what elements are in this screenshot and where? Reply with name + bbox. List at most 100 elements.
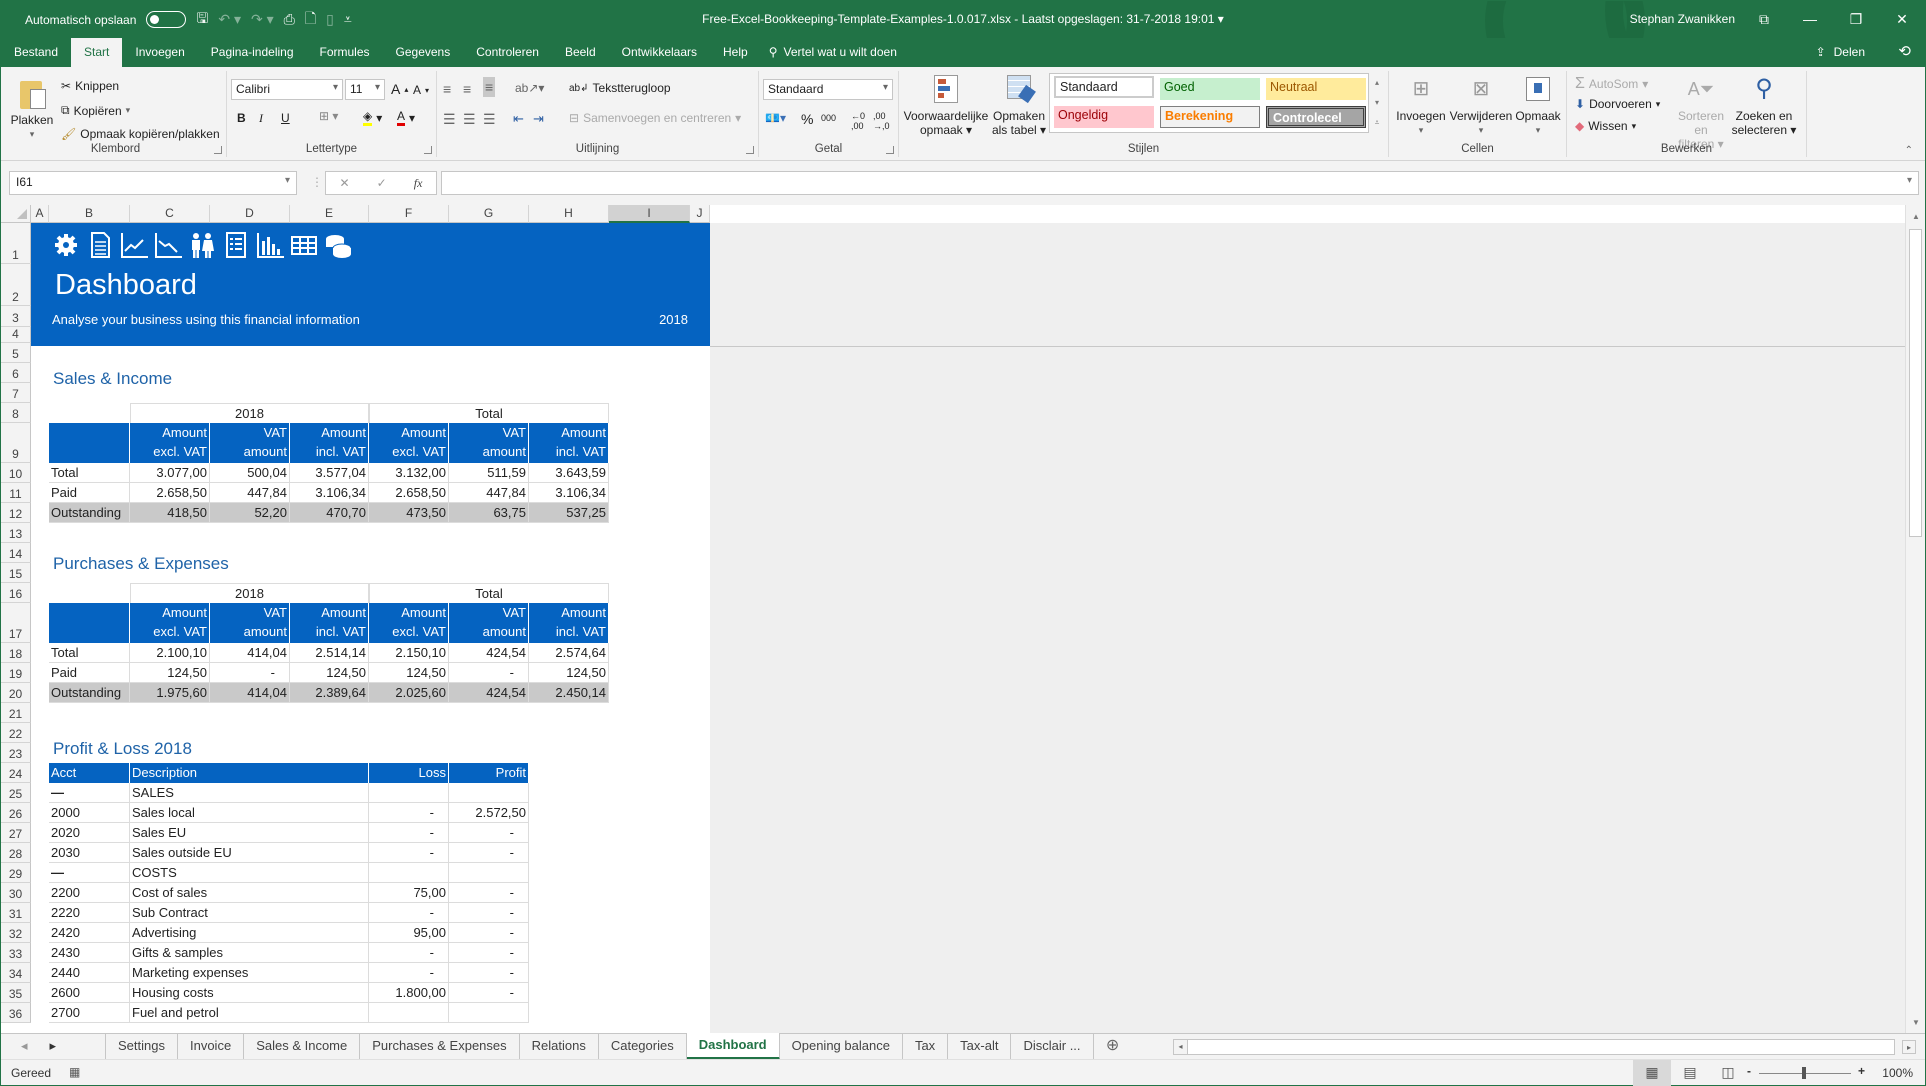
number-format-select[interactable]: Standaard: [763, 79, 893, 100]
pnl-profit-cell[interactable]: 2.572,50: [449, 803, 529, 823]
pnl-profit-cell[interactable]: -: [449, 843, 529, 863]
close-icon[interactable]: ✕: [1879, 1, 1925, 38]
pnl-loss-cell[interactable]: 75,00: [369, 883, 449, 903]
sheet-tab-dashboard[interactable]: Dashboard: [686, 1033, 780, 1060]
pnl-profit-cell[interactable]: -: [449, 923, 529, 943]
cancel-icon[interactable]: ✕: [340, 176, 350, 190]
zoom-slider-handle[interactable]: [1802, 1067, 1806, 1079]
delete-cells-button[interactable]: ⊠ Verwijderen ▾: [1449, 73, 1513, 137]
customize-qat-icon[interactable]: ⩡: [344, 11, 352, 28]
row-header-12[interactable]: 12: [1, 503, 31, 523]
font-launcher-icon[interactable]: [424, 146, 432, 154]
document-icon[interactable]: [85, 231, 115, 259]
zoom-out-icon[interactable]: -: [1747, 1064, 1751, 1078]
row-header-20[interactable]: 20: [1, 683, 31, 703]
pnl-loss-cell[interactable]: [369, 1003, 449, 1023]
decrease-indent-icon[interactable]: ⇤: [513, 111, 524, 127]
group-collapse-icon[interactable]: —: [49, 863, 130, 883]
sheet-tab-tax-alt[interactable]: Tax-alt: [948, 1034, 1012, 1060]
scroll-right-icon[interactable]: ▸: [1902, 1040, 1916, 1054]
chart-down-icon[interactable]: [153, 231, 183, 259]
sheet-tab-purchases-expenses[interactable]: Purchases & Expenses: [360, 1034, 520, 1060]
pnl-profit-cell[interactable]: -: [449, 903, 529, 923]
pnl-loss-cell[interactable]: -: [369, 803, 449, 823]
style-controlecel[interactable]: Controlecel: [1266, 106, 1366, 128]
fill-button[interactable]: ⬇ Doorvoeren ▾: [1575, 97, 1660, 111]
row-header-11[interactable]: 11: [1, 483, 31, 503]
insert-function-icon[interactable]: fx: [414, 176, 423, 191]
pnl-profit-cell[interactable]: [449, 863, 529, 883]
row-header-31[interactable]: 31: [1, 903, 31, 923]
row-header-22[interactable]: 22: [1, 723, 31, 743]
row-header-8[interactable]: 8: [1, 403, 31, 423]
enter-icon[interactable]: ✓: [377, 176, 387, 190]
pnl-loss-cell[interactable]: -: [369, 943, 449, 963]
pnl-profit-cell[interactable]: -: [449, 823, 529, 843]
value-cell[interactable]: 2.574,64: [529, 643, 609, 663]
style-goed[interactable]: Goed: [1160, 78, 1260, 100]
column-header-h[interactable]: H: [529, 205, 609, 223]
next-sheet-icon[interactable]: ▸: [50, 1038, 57, 1054]
sheet-tab-tax[interactable]: Tax: [903, 1034, 949, 1060]
style-standaard[interactable]: Standaard: [1054, 76, 1154, 98]
value-cell[interactable]: 63,75: [449, 503, 529, 523]
gallery-scroll[interactable]: ▴ ▾ ⩡: [1371, 73, 1383, 133]
group-collapse-icon[interactable]: —: [49, 783, 130, 803]
worksheet-grid[interactable]: ABCDEFGHIJ 1 2 3 4 5 6 7 8 9 10 11 12 13 14 15 16 17 18 19…: [1, 205, 1907, 1033]
underline-button[interactable]: U: [281, 111, 290, 125]
print-icon[interactable]: 🗋: [305, 8, 316, 32]
sheet-tab-opening-balance[interactable]: Opening balance: [780, 1034, 903, 1060]
value-cell[interactable]: 3.577,04: [290, 463, 369, 483]
row-header-6[interactable]: 6: [1, 363, 31, 383]
tab-controleren[interactable]: Controleren: [463, 38, 552, 67]
number-launcher-icon[interactable]: [886, 146, 894, 154]
row-header-23[interactable]: 23: [1, 743, 31, 763]
row-header-25[interactable]: 25: [1, 783, 31, 803]
copy-button[interactable]: ⧉ Kopiëren ▾: [61, 103, 130, 118]
value-cell[interactable]: 3.106,34: [290, 483, 369, 503]
clear-button[interactable]: ◆ Wissen ▾: [1575, 119, 1636, 133]
font-size-select[interactable]: 11: [345, 79, 385, 100]
find-select-button[interactable]: ⚲ Zoeken en selecteren ▾: [1731, 73, 1797, 137]
value-cell[interactable]: 52,20: [210, 503, 290, 523]
pnl-profit-cell[interactable]: -: [449, 963, 529, 983]
tell-me-box[interactable]: ⚲ Vertel wat u wilt doen: [769, 38, 897, 67]
redo-icon[interactable]: ↷ ▾: [251, 11, 274, 28]
add-sheet-icon[interactable]: ⊕: [1102, 1034, 1124, 1060]
orientation-icon[interactable]: ab↗▾: [515, 81, 544, 95]
increase-indent-icon[interactable]: ⇥: [533, 111, 544, 127]
page-break-view-icon[interactable]: ◫: [1709, 1060, 1747, 1086]
list-icon[interactable]: [221, 231, 251, 259]
value-cell[interactable]: 470,70: [290, 503, 369, 523]
row-header-15[interactable]: 15: [1, 563, 31, 583]
column-header-f[interactable]: F: [369, 205, 449, 223]
vertical-scrollbar[interactable]: ▲ ▼: [1905, 205, 1925, 1033]
scroll-down-icon[interactable]: ▼: [1906, 1015, 1926, 1031]
restore-icon[interactable]: ❐: [1833, 1, 1879, 38]
cut-button[interactable]: ✂ Knippen: [61, 79, 119, 93]
value-cell[interactable]: 3.643,59: [529, 463, 609, 483]
style-neutraal[interactable]: Neutraal: [1266, 78, 1366, 100]
value-cell[interactable]: 124,50: [130, 663, 210, 683]
row-header-19[interactable]: 19: [1, 663, 31, 683]
ribbon-display-icon[interactable]: ⧉: [1741, 1, 1787, 38]
coins-icon[interactable]: [323, 231, 353, 259]
user-name[interactable]: Stephan Zwanikken: [1630, 12, 1735, 26]
font-color-icon[interactable]: A ▾: [397, 109, 415, 126]
column-header-j[interactable]: J: [690, 205, 710, 223]
row-header-17[interactable]: 17: [1, 603, 31, 643]
value-cell[interactable]: 418,50: [130, 503, 210, 523]
bold-button[interactable]: B: [237, 111, 246, 125]
tab-help[interactable]: Help: [710, 38, 761, 67]
column-header-d[interactable]: D: [210, 205, 290, 223]
row-header-21[interactable]: 21: [1, 703, 31, 723]
tab-formules[interactable]: Formules: [307, 38, 383, 67]
row-header-4[interactable]: 4: [1, 327, 31, 343]
pnl-profit-cell[interactable]: [449, 1003, 529, 1023]
align-left-icon[interactable]: ☰: [443, 111, 456, 128]
calendar-icon[interactable]: ▯: [326, 11, 334, 28]
grow-font-icon[interactable]: A ▴: [391, 81, 408, 97]
align-bottom-icon[interactable]: ≡: [483, 77, 496, 97]
tab-pagina-indeling[interactable]: Pagina-indeling: [198, 38, 307, 67]
macro-record-icon[interactable]: ▦: [69, 1065, 80, 1079]
